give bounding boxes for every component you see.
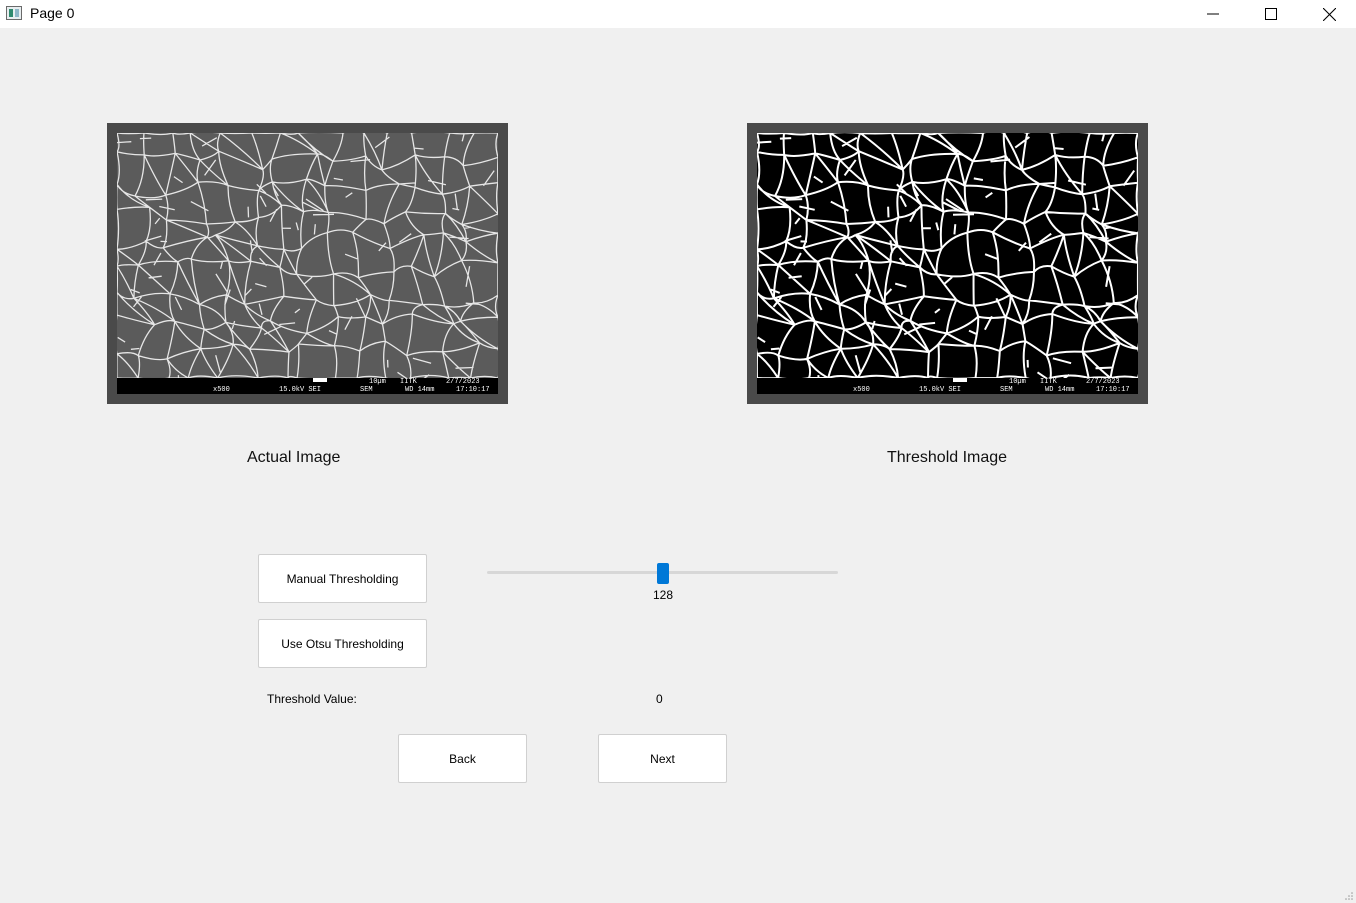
maximize-icon: [1265, 8, 1277, 20]
next-button[interactable]: Next: [598, 734, 727, 783]
scale-text: 10µm: [369, 378, 386, 386]
minimize-button[interactable]: [1184, 0, 1242, 28]
title-bar: Page 0: [0, 0, 1356, 28]
threshold-image-panel: 10µm IITK 2/7/2023 x500 15.0kV SEI SEM W…: [747, 123, 1148, 404]
kv-text: 15.0kV SEI: [279, 386, 322, 394]
kv-text: 15.0kV SEI: [919, 386, 962, 394]
actual-image-panel: 10µm IITK 2/7/2023 x500 15.0kV SEI SEM W…: [107, 123, 508, 404]
actual-image-caption: Actual Image: [247, 449, 341, 466]
close-button[interactable]: [1300, 0, 1356, 28]
mag-text: x500: [853, 386, 870, 394]
minimize-icon: [1207, 13, 1219, 15]
slider-value-label: 128: [652, 588, 674, 602]
close-icon: [1322, 7, 1336, 21]
time-text: 17:10:17: [1096, 386, 1130, 394]
time-text: 17:10:17: [456, 386, 490, 394]
threshold-image-caption: Threshold Image: [887, 449, 1008, 466]
app-icon: [6, 6, 22, 20]
scale-bar: [313, 378, 327, 382]
scale-bar: [953, 378, 967, 382]
date-text: 2/7/2023: [1086, 378, 1120, 386]
threshold-data-bar: 10µm IITK 2/7/2023 x500 15.0kV SEI SEM W…: [757, 378, 1138, 394]
mag-text: x500: [213, 386, 230, 394]
otsu-thresholding-button[interactable]: Use Otsu Thresholding: [258, 619, 427, 668]
maximize-button[interactable]: [1242, 0, 1300, 28]
back-button[interactable]: Back: [398, 734, 527, 783]
resize-grip-icon[interactable]: [1344, 891, 1354, 901]
manual-thresholding-button[interactable]: Manual Thresholding: [258, 554, 427, 603]
window-title: Page 0: [30, 5, 75, 21]
wd-text: WD 14mm: [1045, 386, 1075, 394]
actual-micrograph-image: [117, 133, 498, 378]
mode-text: SEM: [1000, 386, 1013, 394]
org-text: IITK: [1040, 378, 1057, 386]
threshold-micrograph-image: [757, 133, 1138, 378]
threshold-value: 0: [656, 692, 663, 706]
org-text: IITK: [400, 378, 417, 386]
threshold-slider-handle[interactable]: [657, 563, 669, 584]
scale-text: 10µm: [1009, 378, 1026, 386]
actual-data-bar: 10µm IITK 2/7/2023 x500 15.0kV SEI SEM W…: [117, 378, 498, 394]
wd-text: WD 14mm: [405, 386, 435, 394]
mode-text: SEM: [360, 386, 373, 394]
date-text: 2/7/2023: [446, 378, 480, 386]
threshold-value-label: Threshold Value:: [267, 692, 357, 706]
